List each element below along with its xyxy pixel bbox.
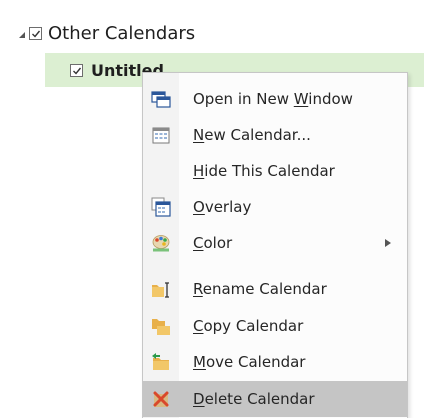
menu-item-label: Delete Calendar <box>193 390 315 408</box>
collapse-triangle-icon[interactable] <box>18 31 26 39</box>
menu-item-delete-calendar[interactable]: Delete Calendar <box>143 381 407 417</box>
color-icon <box>143 225 179 261</box>
menu-item-label: New Calendar... <box>193 126 311 144</box>
overlay-icon <box>143 189 179 225</box>
menu-item-copy-calendar[interactable]: Copy Calendar <box>143 308 407 344</box>
menu-item-new-calendar[interactable]: New Calendar... <box>143 117 407 153</box>
menu-item-label: Color <box>193 234 233 252</box>
other-calendars-group[interactable]: Other Calendars <box>18 20 195 46</box>
open-window-icon <box>143 81 179 117</box>
menu-item-label: Copy Calendar <box>193 317 304 335</box>
delete-icon <box>143 381 179 417</box>
no-icon-placeholder <box>143 153 179 189</box>
menu-item-rename-calendar[interactable]: Rename Calendar <box>143 271 407 307</box>
copy-calendar-icon <box>143 308 179 344</box>
rename-icon <box>143 271 179 307</box>
calendar-context-menu: Open in New Window New Calendar... Hide … <box>142 72 408 418</box>
menu-item-label: Open in New Window <box>193 90 353 108</box>
move-calendar-icon <box>143 344 179 380</box>
new-calendar-icon <box>143 117 179 153</box>
submenu-arrow-icon <box>385 239 391 247</box>
menu-item-hide-this-calendar[interactable]: Hide This Calendar <box>143 153 407 189</box>
menu-item-label: Rename Calendar <box>193 280 327 298</box>
other-calendars-checkbox[interactable] <box>29 26 42 40</box>
menu-item-label: Move Calendar <box>193 353 306 371</box>
menu-item-color[interactable]: Color <box>143 225 407 261</box>
other-calendars-label: Other Calendars <box>48 22 196 44</box>
menu-item-label: Overlay <box>193 198 252 216</box>
menu-item-move-calendar[interactable]: Move Calendar <box>143 344 407 380</box>
menu-item-label: Hide This Calendar <box>193 162 335 180</box>
menu-item-open-in-new-window[interactable]: Open in New Window <box>143 81 407 117</box>
menu-item-overlay[interactable]: Overlay <box>143 189 407 225</box>
untitled-calendar-checkbox[interactable] <box>70 63 83 77</box>
